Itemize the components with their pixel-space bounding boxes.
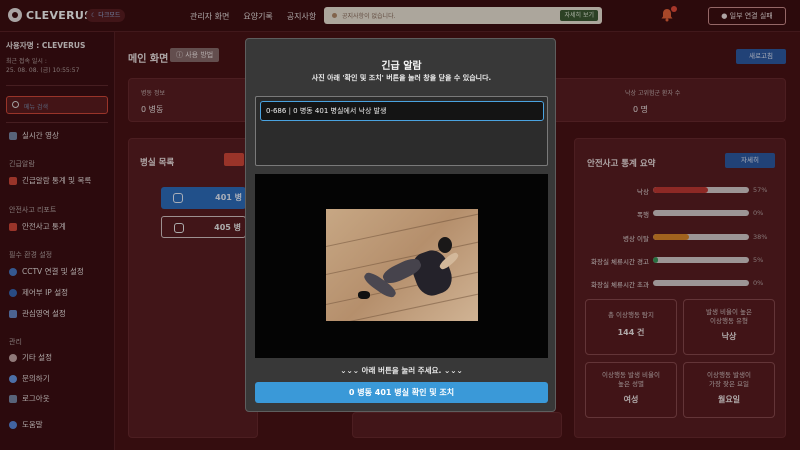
modal-subtitle: 사진 아래 '확인 및 조치' 버튼을 눌러 창을 닫을 수 있습니다. [311, 74, 492, 82]
alert-item[interactable]: 0-686 | 0 병동 401 병실에서 낙상 발생 [260, 101, 544, 121]
confirm-action-button[interactable]: 0 병동 401 병실 확인 및 조치 [255, 382, 548, 403]
modal-title: 긴급 알람 [381, 61, 422, 72]
emergency-alarm-modal: 긴급 알람 사진 아래 '확인 및 조치' 버튼을 눌러 창을 닫을 수 있습니… [245, 38, 556, 412]
modal-hint: ⌄⌄⌄ 아래 버튼을 눌러 주세요. ⌄⌄⌄ [340, 366, 463, 375]
alert-list[interactable]: 0-686 | 0 병동 401 병실에서 낙상 발생 [255, 96, 548, 166]
fall-snapshot [326, 209, 478, 321]
alert-video [255, 174, 548, 358]
